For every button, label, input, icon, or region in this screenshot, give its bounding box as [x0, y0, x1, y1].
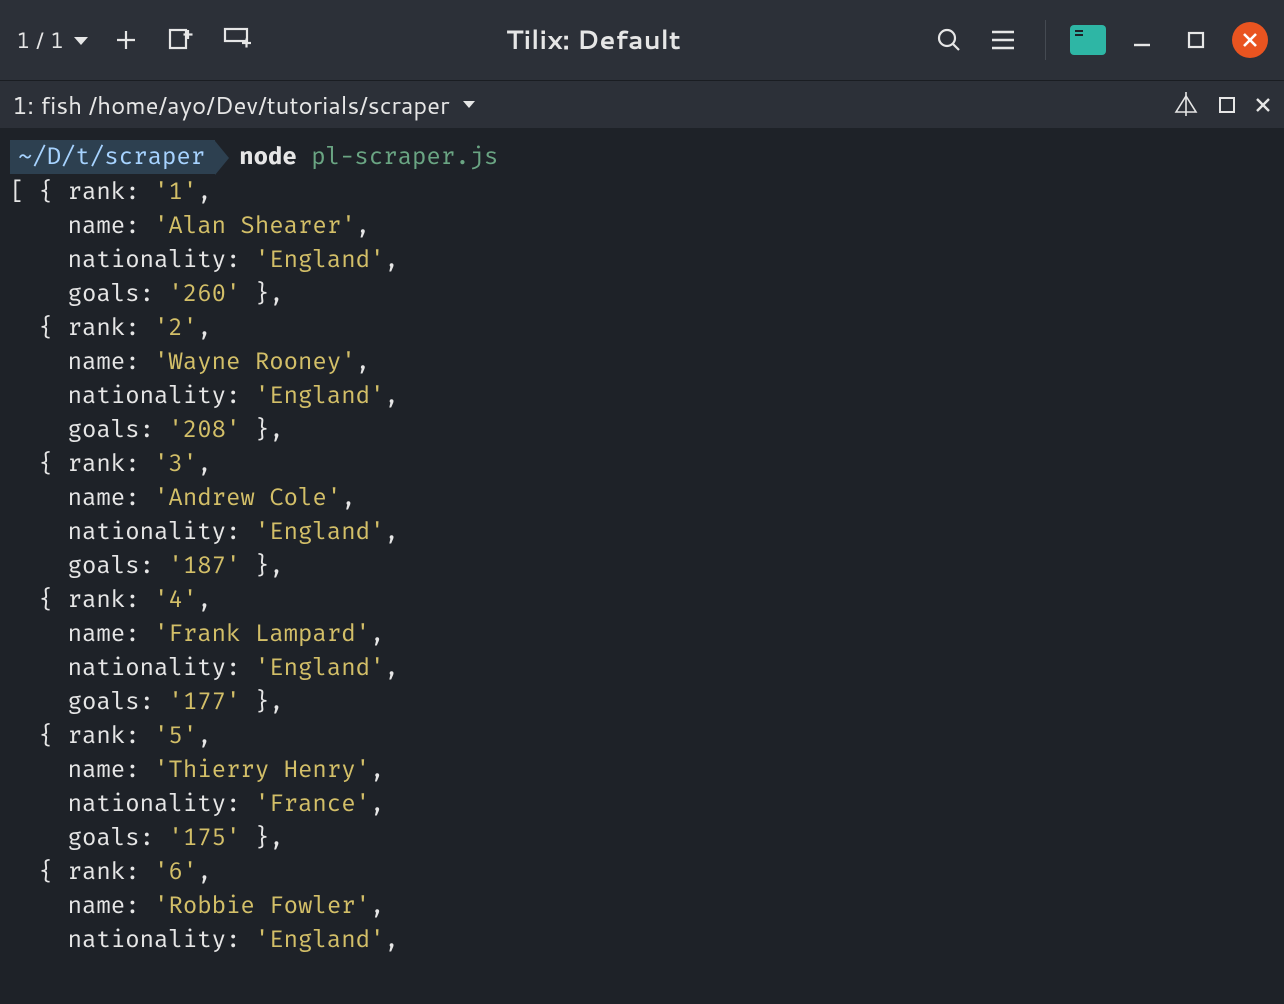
titlebar: 1 / 1 Tilix: Default [0, 0, 1284, 80]
prompt-cwd-pill: ~/D/t/scraper [10, 140, 215, 174]
output-line: { rank: '6', [10, 855, 1274, 889]
output-line: name: 'Wayne Rooney', [10, 345, 1274, 379]
output-line: nationality: 'England', [10, 651, 1274, 685]
readonly-toggle-button[interactable] [1172, 92, 1200, 118]
terminal-app-icon [1070, 25, 1106, 55]
output-line: nationality: 'England', [10, 379, 1274, 413]
chevron-down-icon [463, 101, 475, 108]
output-line: nationality: 'England', [10, 923, 1274, 957]
output-line: { rank: '3', [10, 447, 1274, 481]
output-line: nationality: 'France', [10, 787, 1274, 821]
add-terminal-down-button[interactable] [220, 22, 256, 58]
output-line: name: 'Robbie Fowler', [10, 889, 1274, 923]
session-label: 1 / 1 [16, 25, 64, 56]
close-button[interactable] [1232, 22, 1268, 58]
output-line: name: 'Andrew Cole', [10, 481, 1274, 515]
new-session-button[interactable] [108, 22, 144, 58]
terminal-output: [ { rank: '1', name: 'Alan Shearer', nat… [10, 175, 1274, 957]
chevron-down-icon [74, 37, 88, 45]
tab-title[interactable]: 1: fish /home/ayo/Dev/tutorials/scraper [12, 88, 475, 122]
prompt-line: ~/D/t/scraper node pl-scraper.js [10, 140, 1274, 175]
add-terminal-right-button[interactable] [164, 22, 200, 58]
prompt-arg: pl-scraper.js [311, 143, 498, 171]
minimize-button[interactable] [1124, 22, 1160, 58]
output-line: [ { rank: '1', [10, 175, 1274, 209]
output-line: name: 'Thierry Henry', [10, 753, 1274, 787]
output-line: goals: '177' }, [10, 685, 1274, 719]
tabbar: 1: fish /home/ayo/Dev/tutorials/scraper [0, 80, 1284, 128]
prompt-arrow-icon [215, 141, 229, 175]
close-pane-button[interactable] [1254, 96, 1272, 114]
tab-label: 1: fish /home/ayo/Dev/tutorials/scraper [12, 88, 449, 122]
hamburger-menu-button[interactable] [985, 22, 1021, 58]
output-line: name: 'Frank Lampard', [10, 617, 1274, 651]
output-line: name: 'Alan Shearer', [10, 209, 1274, 243]
output-line: nationality: 'England', [10, 515, 1274, 549]
maximize-pane-button[interactable] [1218, 96, 1236, 114]
output-line: { rank: '4', [10, 583, 1274, 617]
output-line: { rank: '5', [10, 719, 1274, 753]
maximize-button[interactable] [1178, 22, 1214, 58]
terminal-pane[interactable]: ~/D/t/scraper node pl-scraper.js [ { ran… [0, 128, 1284, 1004]
output-line: goals: '175' }, [10, 821, 1274, 855]
prompt-cwd: ~/D/t/scraper [18, 140, 205, 174]
titlebar-divider [1045, 20, 1046, 60]
window-title: Tilix: Default [268, 22, 919, 58]
output-line: goals: '187' }, [10, 549, 1274, 583]
output-line: goals: '208' }, [10, 413, 1274, 447]
output-line: nationality: 'England', [10, 243, 1274, 277]
prompt-command: node [239, 143, 297, 171]
session-selector[interactable]: 1 / 1 [16, 25, 88, 56]
search-button[interactable] [931, 22, 967, 58]
output-line: goals: '260' }, [10, 277, 1274, 311]
output-line: { rank: '2', [10, 311, 1274, 345]
